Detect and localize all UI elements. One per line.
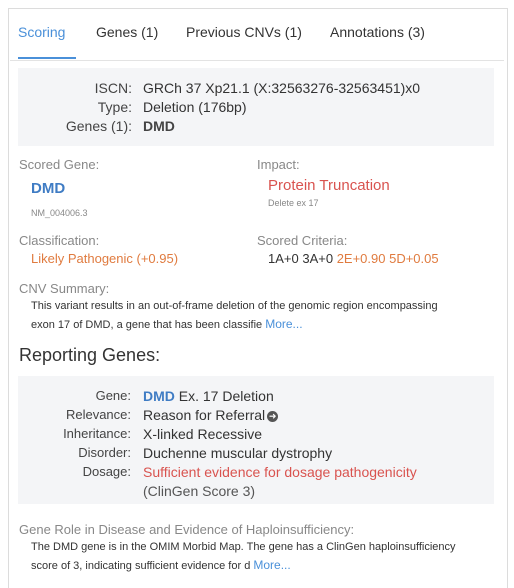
relevance-text: Reason for Referral bbox=[143, 407, 266, 423]
reporting-genes-heading: Reporting Genes: bbox=[19, 345, 161, 365]
gene-role-text: The DMD gene is in the OMIM Morbid Map. … bbox=[31, 538, 501, 575]
dosage-score: (ClinGen Score 3) bbox=[143, 483, 256, 499]
impact-detail: Delete ex 17 bbox=[268, 198, 319, 208]
iscn-value: GRCh 37 Xp21.1 (X:32563276-32563451)x0 bbox=[143, 80, 421, 96]
gene-event: Ex. 17 Deletion bbox=[178, 388, 274, 404]
iscn-label: ISCN: bbox=[94, 80, 132, 96]
arrow-right-circle-icon[interactable]: ➜ bbox=[267, 410, 279, 422]
cnv-summary-more-link[interactable]: More... bbox=[265, 317, 302, 331]
tab-previous-cnvs[interactable]: Previous CNVs (1) bbox=[186, 24, 302, 40]
tab-scoring[interactable]: Scoring bbox=[18, 24, 65, 40]
genes-value[interactable]: DMD bbox=[143, 118, 175, 134]
inheritance-value: X-linked Recessive bbox=[143, 426, 263, 442]
gene-role-label: Gene Role in Disease and Evidence of Hap… bbox=[19, 522, 355, 537]
gene-label: Gene: bbox=[95, 388, 131, 403]
dosage-value: Sufficient evidence for dosage pathogeni… bbox=[143, 464, 417, 480]
disorder-label: Disorder: bbox=[78, 445, 131, 460]
type-label: Type: bbox=[97, 99, 132, 115]
criteria-positive: 2E+0.90 5D+0.05 bbox=[336, 251, 439, 266]
transcript-id: NM_004006.3 bbox=[31, 208, 88, 218]
classification-value: Likely Pathogenic (+0.95) bbox=[31, 251, 179, 266]
inheritance-label: Inheritance: bbox=[63, 426, 131, 441]
impact-label: Impact: bbox=[257, 157, 300, 172]
cnv-summary-text: This variant results in an out-of-frame … bbox=[31, 297, 501, 334]
relevance-label: Relevance: bbox=[65, 407, 131, 422]
scored-criteria-label: Scored Criteria: bbox=[257, 233, 348, 248]
impact-value: Protein Truncation bbox=[268, 177, 390, 194]
tab-annotations[interactable]: Annotations (3) bbox=[330, 24, 425, 40]
scored-gene-symbol[interactable]: DMD bbox=[31, 180, 65, 197]
tab-bar: Scoring Genes (1) Previous CNVs (1) Anno… bbox=[10, 20, 504, 61]
gene-role-line2: score of 3, indicating sufficient eviden… bbox=[31, 560, 251, 572]
cnv-summary-line2: exon 17 of DMD, a gene that has been cla… bbox=[31, 319, 263, 331]
gene-role-more-link[interactable]: More... bbox=[253, 558, 290, 572]
active-tab-indicator bbox=[18, 57, 76, 59]
tab-genes[interactable]: Genes (1) bbox=[96, 24, 158, 40]
classification-label: Classification: bbox=[19, 233, 100, 248]
gene-value: DMD Ex. 17 Deletion bbox=[143, 388, 274, 404]
dosage-label: Dosage: bbox=[82, 464, 131, 479]
disorder-value: Duchenne muscular dystrophy bbox=[143, 445, 333, 461]
gene-role-line1: The DMD gene is in the OMIM Morbid Map. … bbox=[31, 541, 456, 553]
relevance-value: Reason for Referral ➜ bbox=[143, 407, 279, 423]
gene-symbol-link[interactable]: DMD bbox=[143, 388, 175, 404]
criteria-neutral: 1A+0 3A+0 bbox=[268, 251, 334, 266]
scored-gene-label: Scored Gene: bbox=[19, 157, 100, 172]
scored-criteria-value: 1A+0 3A+0 2E+0.90 5D+0.05 bbox=[268, 251, 439, 266]
genes-label: Genes (1): bbox=[65, 118, 132, 134]
cnv-summary-line1: This variant results in an out-of-frame … bbox=[31, 300, 438, 312]
cnv-summary-label: CNV Summary: bbox=[19, 281, 110, 296]
type-value: Deletion (176bp) bbox=[143, 99, 247, 115]
